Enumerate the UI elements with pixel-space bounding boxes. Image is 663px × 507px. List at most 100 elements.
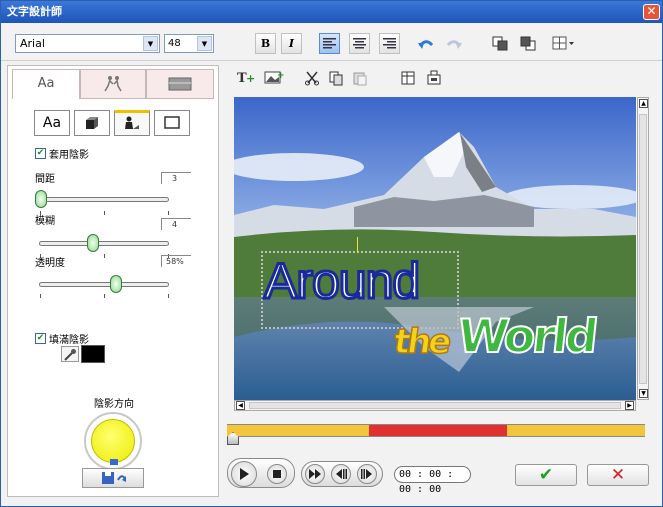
redo-button[interactable] <box>443 33 464 54</box>
opacity-slider-track[interactable] <box>39 282 169 287</box>
bold-button[interactable]: B <box>255 33 276 54</box>
tab-text-style-label: Aa <box>37 76 55 91</box>
timeline-track[interactable] <box>227 424 645 437</box>
add-image-icon: + <box>264 71 285 84</box>
save-preset-button[interactable] <box>82 468 144 488</box>
align-left-icon <box>323 38 336 49</box>
font-size-select[interactable]: 48 ▼ <box>164 34 214 53</box>
distance-value[interactable]: 3 <box>161 172 191 184</box>
window-title: 文字設計師 <box>7 5 62 18</box>
vertical-scrollbar[interactable]: ▲ ▼ <box>637 97 649 400</box>
align-right-button[interactable] <box>379 33 400 54</box>
horizontal-scroll-thumb[interactable] <box>249 402 621 409</box>
preview-canvas[interactable]: Around the World <box>234 97 636 400</box>
timeline-segment[interactable] <box>369 425 508 436</box>
close-icon[interactable]: ✕ <box>643 4 660 20</box>
font-family-select[interactable]: Arial ▼ <box>15 34 160 53</box>
dancer-icon <box>104 76 122 92</box>
scroll-left-arrow[interactable]: ◀ <box>236 401 245 410</box>
add-text-button[interactable]: T + <box>235 70 257 88</box>
properties-button[interactable] <box>397 70 419 88</box>
playback-controls: 00 : 00 : 00 : 00 ✔ ✕ <box>227 451 655 495</box>
vertical-scroll-thumb[interactable] <box>639 114 647 384</box>
undo-button[interactable] <box>415 33 436 54</box>
distance-label: 間距 <box>35 174 55 185</box>
tab-effects[interactable] <box>80 69 146 99</box>
subtab-font[interactable]: Aa <box>34 110 70 136</box>
text-background-icon <box>427 70 441 85</box>
previous-frame-icon <box>336 469 347 479</box>
scroll-down-arrow[interactable]: ▼ <box>639 389 648 398</box>
previous-frame-button[interactable] <box>331 464 351 484</box>
next-frame-button[interactable] <box>357 464 377 484</box>
stop-icon <box>273 470 281 478</box>
distance-slider-track[interactable] <box>39 197 169 202</box>
distance-tick <box>104 211 105 215</box>
style-panel: Aa Aa ✔ 套用陰影 間距 3 模糊 4 透明度 58% ✔ 填滿陰影 陰影… <box>7 65 219 497</box>
subtab-shadow[interactable] <box>114 110 150 136</box>
grid-button[interactable] <box>549 33 579 54</box>
distance-slider-thumb[interactable] <box>35 190 47 208</box>
grid-icon <box>552 36 574 50</box>
opacity-slider-thumb[interactable] <box>110 275 123 293</box>
paste-icon <box>353 72 367 86</box>
blur-slider-track[interactable] <box>39 241 169 246</box>
direction-indicator <box>110 459 118 465</box>
fast-forward-icon <box>309 469 321 479</box>
fill-shadow-checkbox[interactable]: ✔ <box>35 333 46 344</box>
opacity-tick <box>168 294 169 298</box>
around-text[interactable]: Around <box>262 249 421 313</box>
fill-shadow-label: 填滿陰影 <box>49 335 89 346</box>
paste-button[interactable] <box>349 70 371 88</box>
apply-shadow-checkbox[interactable]: ✔ <box>35 148 46 159</box>
the-text[interactable]: the <box>390 321 452 363</box>
send-backward-icon <box>520 36 535 51</box>
subtab-font-label: Aa <box>42 115 62 131</box>
next-frame-icon <box>361 469 372 479</box>
send-backward-button[interactable] <box>517 33 538 54</box>
play-button[interactable] <box>231 461 257 487</box>
timeline-segment[interactable] <box>227 425 370 436</box>
horizontal-scrollbar[interactable]: ◀ ▶ <box>234 400 636 411</box>
subtab-border[interactable] <box>154 110 190 136</box>
ok-button[interactable]: ✔ <box>515 464 577 486</box>
eyedropper-button[interactable] <box>61 346 79 362</box>
tab-text-style[interactable]: Aa <box>12 69 80 99</box>
cut-button[interactable] <box>301 70 323 88</box>
shadow-direction-dial[interactable] <box>84 412 142 470</box>
chevron-down-icon[interactable]: ▼ <box>197 36 212 51</box>
cancel-button[interactable]: ✕ <box>587 464 649 486</box>
direction-knob[interactable] <box>91 419 135 463</box>
copy-icon <box>329 71 343 86</box>
apply-shadow-label: 套用陰影 <box>49 150 89 161</box>
timeline-segment[interactable] <box>507 425 645 436</box>
scroll-right-arrow[interactable]: ▶ <box>625 401 634 410</box>
copy-button[interactable] <box>325 70 347 88</box>
align-left-button[interactable] <box>319 33 340 54</box>
shadow-color-swatch[interactable] <box>81 345 105 363</box>
italic-button[interactable]: I <box>281 33 302 54</box>
svg-text:+: + <box>246 72 255 84</box>
tab-background[interactable] <box>146 69 214 99</box>
blur-value[interactable]: 4 <box>161 218 191 230</box>
bring-forward-icon <box>492 36 507 51</box>
timecode-display[interactable]: 00 : 00 : 00 : 00 <box>394 466 471 495</box>
shadow-figure-icon <box>125 116 139 129</box>
opacity-value[interactable]: 58% <box>161 255 191 267</box>
stop-button[interactable] <box>267 464 287 484</box>
eyedropper-icon <box>64 349 76 361</box>
subtab-3d[interactable] <box>74 110 110 136</box>
cube-icon <box>86 117 98 129</box>
scroll-up-arrow[interactable]: ▲ <box>639 99 648 108</box>
blur-slider-thumb[interactable] <box>87 234 99 252</box>
add-image-button[interactable]: + <box>263 70 285 88</box>
chevron-down-icon[interactable]: ▼ <box>143 36 158 51</box>
fast-forward-button[interactable] <box>305 464 325 484</box>
text-background-button[interactable] <box>423 70 445 88</box>
align-center-button[interactable] <box>349 33 370 54</box>
world-text[interactable]: World <box>454 308 599 364</box>
text-designer-window: 文字設計師 ✕ Arial ▼ 48 ▼ B I Aa Aa ✔ 套用陰影 間距… <box>0 0 663 507</box>
bring-forward-button[interactable] <box>489 33 510 54</box>
font-size-value: 48 <box>168 38 181 49</box>
distance-tick <box>168 211 169 215</box>
